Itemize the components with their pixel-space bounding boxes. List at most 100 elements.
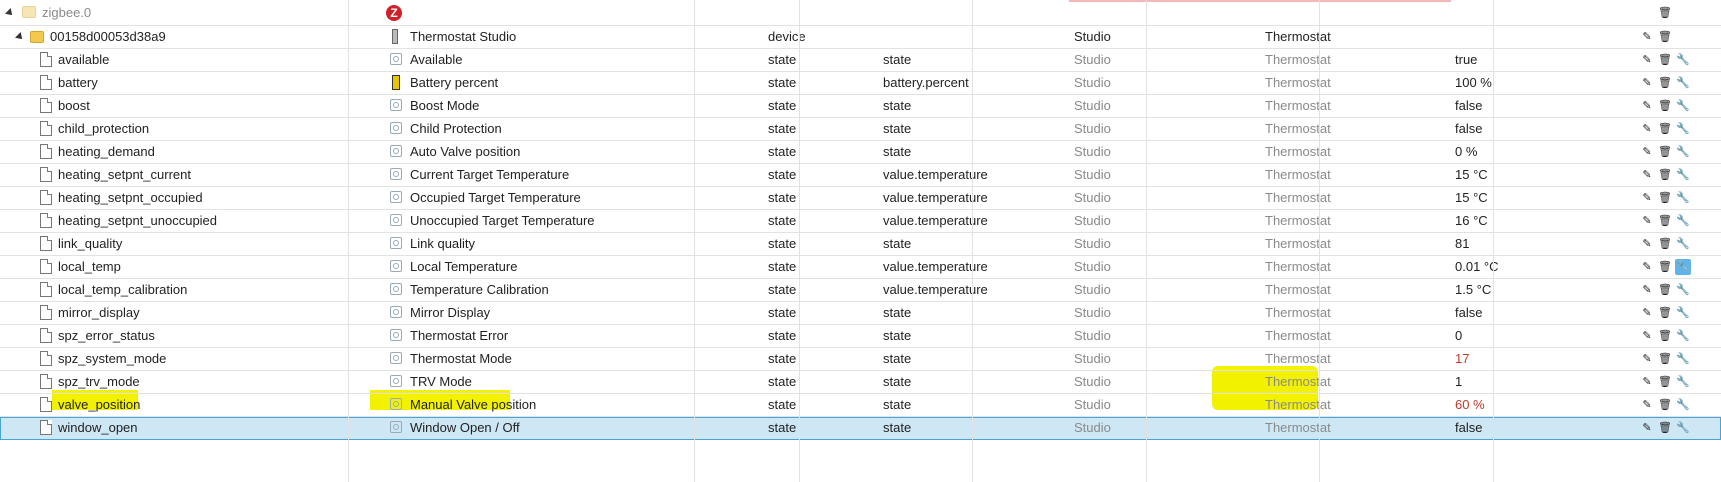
state-value[interactable]: 0	[1451, 325, 1635, 347]
wrench-icon[interactable]: 🔧	[1675, 259, 1691, 275]
edit-button[interactable]: ✎	[1639, 190, 1655, 206]
edit-button[interactable]: ✎	[1639, 52, 1655, 68]
tree-row-heating-demand[interactable]: heating_demand Auto Valve position state st…	[0, 141, 1721, 164]
tree-row-available[interactable]: available Available state state Studio Thermo…	[0, 49, 1721, 72]
delete-button[interactable]: 🗑	[1657, 29, 1673, 45]
state-value[interactable]: 81	[1451, 233, 1635, 255]
edit-button[interactable]: ✎	[1639, 351, 1655, 367]
wrench-icon[interactable]: 🔧	[1675, 213, 1691, 229]
wrench-icon[interactable]: 🔧	[1675, 397, 1691, 413]
delete-button[interactable]: 🗑	[1657, 144, 1673, 160]
delete-button[interactable]: 🗑	[1657, 75, 1673, 91]
state-name: Link quality	[410, 236, 476, 251]
edit-button[interactable]: ✎	[1639, 75, 1655, 91]
state-value[interactable]: true	[1451, 49, 1635, 71]
edit-button[interactable]: ✎	[1639, 29, 1655, 45]
delete-button[interactable]: 🗑	[1657, 236, 1673, 252]
state-name: Window Open / Off	[410, 420, 520, 435]
wrench-icon[interactable]: 🔧	[1675, 190, 1691, 206]
tree-row-spz-trv-mode[interactable]: spz_trv_mode TRV Mode state state Studio Ther…	[0, 371, 1721, 394]
tree-row-spz-system-mode[interactable]: spz_system_mode Thermostat Mode state state…	[0, 348, 1721, 371]
state-value[interactable]: 100 %	[1451, 72, 1635, 94]
state-value[interactable]: 0 %	[1451, 141, 1635, 163]
tree-row-local-temp[interactable]: local_temp Local Temperature state value.te…	[0, 256, 1721, 279]
edit-button[interactable]: ✎	[1639, 167, 1655, 183]
edit-button[interactable]: ✎	[1639, 374, 1655, 390]
wrench-icon[interactable]: 🔧	[1675, 144, 1691, 160]
state-value[interactable]: 15 °C	[1451, 164, 1635, 186]
state-value[interactable]: 1.5 °C	[1451, 279, 1635, 301]
state-room: Studio	[1074, 351, 1111, 366]
wrench-icon[interactable]: 🔧	[1675, 75, 1691, 91]
wrench-icon[interactable]: 🔧	[1675, 328, 1691, 344]
delete-button[interactable]: 🗑	[1657, 282, 1673, 298]
tree-row-link-quality[interactable]: link_quality Link quality state state Studio…	[0, 233, 1721, 256]
delete-button[interactable]: 🗑	[1657, 397, 1673, 413]
delete-button[interactable]: 🗑	[1657, 351, 1673, 367]
state-value[interactable]: 0.01 °C	[1451, 256, 1635, 278]
state-role: state	[883, 144, 912, 159]
tree-row-valve-position[interactable]: valve_position Manual Valve position state…	[0, 394, 1721, 417]
tree-row-spz-error-status[interactable]: spz_error_status Thermostat Error state sta…	[0, 325, 1721, 348]
wrench-icon[interactable]: 🔧	[1675, 305, 1691, 321]
edit-button[interactable]: ✎	[1639, 420, 1655, 436]
state-id: heating_demand	[58, 144, 155, 159]
delete-button[interactable]: 🗑	[1657, 328, 1673, 344]
state-name: Battery percent	[410, 75, 499, 90]
state-value[interactable]: 16 °C	[1451, 210, 1635, 232]
wrench-icon[interactable]: 🔧	[1675, 236, 1691, 252]
wrench-icon[interactable]: 🔧	[1675, 98, 1691, 114]
edit-button[interactable]: ✎	[1639, 213, 1655, 229]
state-name: Local Temperature	[410, 259, 518, 274]
tree-row-heating-setpnt-occupied[interactable]: heating_setpnt_occupied Occupied Target T…	[0, 187, 1721, 210]
state-value[interactable]: false	[1451, 118, 1635, 140]
delete-button[interactable]: 🗑	[1657, 167, 1673, 183]
state-id: window_open	[58, 420, 138, 435]
tree-row-root[interactable]: zigbee.0 Z 🗑	[0, 0, 1721, 26]
delete-button[interactable]: 🗑	[1657, 190, 1673, 206]
delete-button[interactable]: 🗑	[1657, 374, 1673, 390]
tree-row-boost[interactable]: boost Boost Mode state state Studio Thermosta…	[0, 95, 1721, 118]
delete-button[interactable]: 🗑	[1657, 305, 1673, 321]
state-value[interactable]: false	[1451, 302, 1635, 324]
delete-button[interactable]: 🗑	[1657, 213, 1673, 229]
edit-button[interactable]: ✎	[1639, 305, 1655, 321]
edit-button[interactable]: ✎	[1639, 121, 1655, 137]
state-value[interactable]: 60 %	[1451, 394, 1635, 416]
wrench-icon[interactable]: 🔧	[1675, 121, 1691, 137]
tree-row-device[interactable]: 00158d00053d38a9 Thermostat Studio devic…	[0, 26, 1721, 49]
tree-row-local-temp-calibration[interactable]: local_temp_calibration Temperature Calibr…	[0, 279, 1721, 302]
state-value[interactable]: 15 °C	[1451, 187, 1635, 209]
edit-button[interactable]: ✎	[1639, 397, 1655, 413]
state-function: Thermostat	[1265, 52, 1331, 67]
state-value[interactable]: false	[1451, 417, 1635, 439]
tree-row-heating-setpnt-current[interactable]: heating_setpnt_current Current Target Tem…	[0, 164, 1721, 187]
wrench-icon[interactable]: 🔧	[1675, 282, 1691, 298]
state-value[interactable]: false	[1451, 95, 1635, 117]
delete-button[interactable]: 🗑	[1657, 98, 1673, 114]
delete-button[interactable]: 🗑	[1657, 52, 1673, 68]
delete-button[interactable]: 🗑	[1657, 121, 1673, 137]
delete-button[interactable]: 🗑	[1657, 259, 1673, 275]
edit-button[interactable]: ✎	[1639, 282, 1655, 298]
wrench-icon[interactable]: 🔧	[1675, 420, 1691, 436]
tree-row-window-open[interactable]: window_open Window Open / Off state state St…	[0, 417, 1721, 440]
tree-row-battery[interactable]: battery Battery percent state battery.perce…	[0, 72, 1721, 95]
wrench-icon[interactable]: 🔧	[1675, 167, 1691, 183]
wrench-icon[interactable]: 🔧	[1675, 351, 1691, 367]
state-value[interactable]: 1	[1451, 371, 1635, 393]
edit-button[interactable]: ✎	[1639, 236, 1655, 252]
tree-row-mirror-display[interactable]: mirror_display Mirror Display state state St…	[0, 302, 1721, 325]
tree-row-child-protection[interactable]: child_protection Child Protection state sta…	[0, 118, 1721, 141]
state-value[interactable]: 17	[1451, 348, 1635, 370]
edit-button[interactable]: ✎	[1639, 98, 1655, 114]
edit-button[interactable]: ✎	[1639, 328, 1655, 344]
edit-button[interactable]: ✎	[1639, 259, 1655, 275]
wrench-icon[interactable]: 🔧	[1675, 52, 1691, 68]
tree-row-heating-setpnt-unoccupied[interactable]: heating_setpnt_unoccupied Unoccupied Targ…	[0, 210, 1721, 233]
delete-button[interactable]: 🗑	[1657, 420, 1673, 436]
delete-button[interactable]: 🗑	[1657, 5, 1673, 21]
root-id: zigbee.0	[42, 5, 92, 20]
wrench-icon[interactable]: 🔧	[1675, 374, 1691, 390]
edit-button[interactable]: ✎	[1639, 144, 1655, 160]
